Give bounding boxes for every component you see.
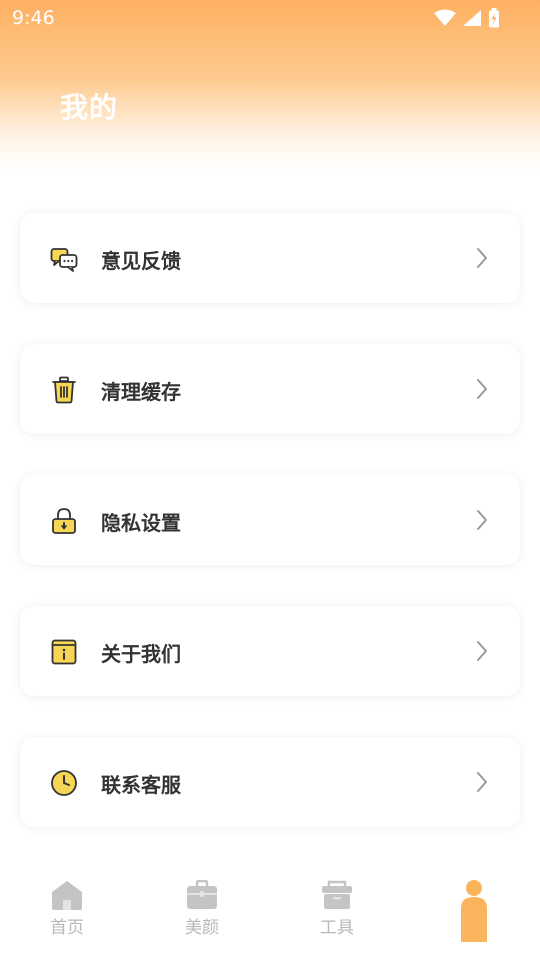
chevron-right-icon — [477, 510, 487, 530]
menu-item-label: 关于我们 — [101, 642, 181, 666]
person-icon — [461, 880, 487, 942]
chevron-right-icon — [477, 248, 487, 268]
signal-icon — [463, 10, 481, 26]
chevron-right-icon — [477, 772, 487, 792]
lock-icon — [52, 508, 76, 534]
toolbox-icon — [322, 880, 352, 909]
home-icon — [52, 881, 82, 910]
menu-item-about-us[interactable]: 关于我们 — [20, 606, 520, 696]
trash-icon — [52, 376, 76, 404]
menu-item-label: 意见反馈 — [101, 249, 181, 273]
menu-item-label: 联系客服 — [101, 773, 181, 797]
tab-label: 首页 — [50, 918, 84, 938]
tab-label: 工具 — [320, 918, 354, 938]
info-icon — [51, 639, 77, 665]
battery-icon — [489, 8, 499, 28]
menu-item-label: 隐私设置 — [101, 511, 181, 535]
menu-item-label: 清理缓存 — [101, 380, 181, 404]
chat-bubbles-icon — [50, 248, 78, 272]
wifi-icon — [434, 9, 456, 26]
status-time: 9:46 — [12, 7, 55, 29]
menu-item-contact-support[interactable]: 联系客服 — [20, 737, 520, 827]
tab-beauty[interactable]: 美颜 — [167, 880, 237, 950]
clock-icon — [51, 770, 77, 796]
tab-mine[interactable] — [437, 880, 507, 950]
tab-label: 美颜 — [185, 918, 219, 938]
menu-item-privacy-settings[interactable]: 隐私设置 — [20, 475, 520, 565]
menu-item-feedback[interactable]: 意见反馈 — [20, 213, 520, 303]
menu-item-clear-cache[interactable]: 清理缓存 — [20, 344, 520, 434]
briefcase-icon — [187, 880, 217, 909]
page-title: 我的 — [60, 91, 119, 124]
chevron-right-icon — [477, 379, 487, 399]
tab-home[interactable]: 首页 — [32, 880, 102, 950]
status-bar: 9:46 — [0, 0, 540, 36]
status-icons — [434, 7, 500, 29]
bottom-tab-bar: 首页 美颜 工具 — [0, 862, 540, 960]
tab-tools[interactable]: 工具 — [302, 880, 372, 950]
chevron-right-icon — [477, 641, 487, 661]
